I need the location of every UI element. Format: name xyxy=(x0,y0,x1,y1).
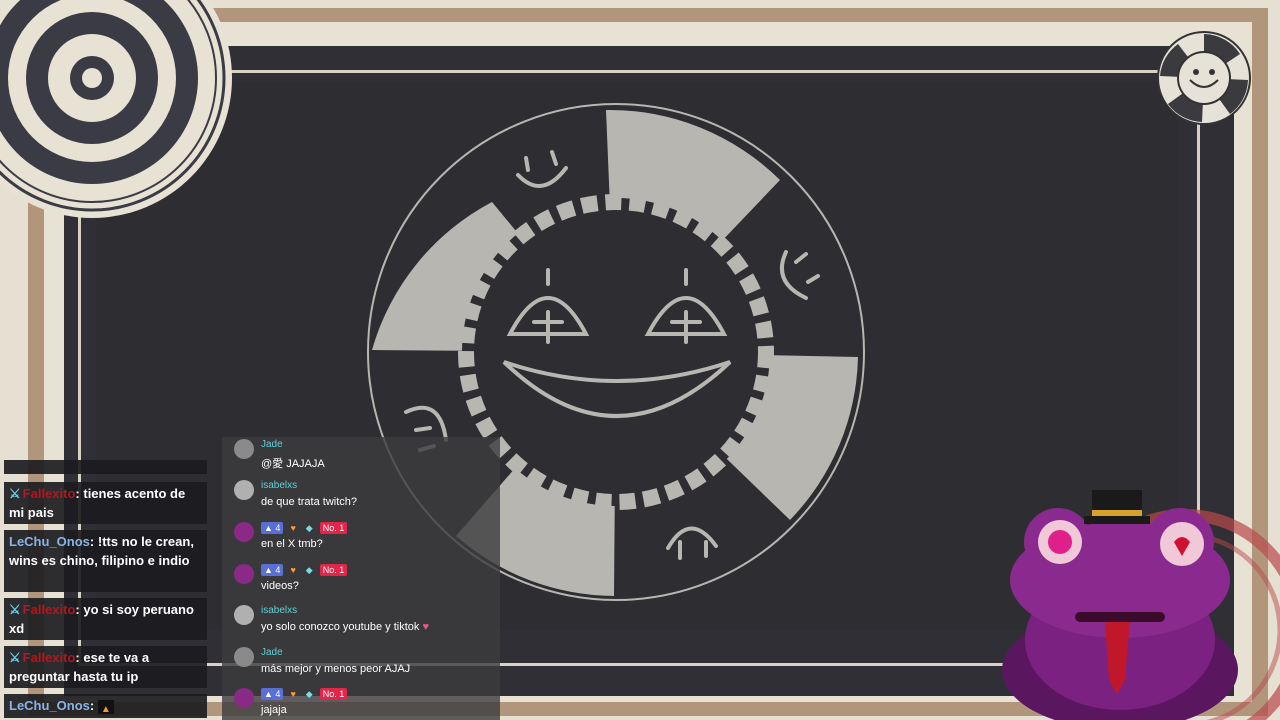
chat-right-panel: Jade @愛 JAJAJA isabelxs de que trata twi… xyxy=(222,437,500,720)
rank-badge: No. 1 xyxy=(319,522,348,534)
chat-text: jajaja xyxy=(261,704,287,716)
concentric-rings-icon xyxy=(0,0,232,218)
avatar xyxy=(234,439,254,459)
rank-badge: No. 1 xyxy=(319,688,348,700)
chat-badges: ▲ 4 ♥ ◆ No. 1 xyxy=(261,522,348,534)
chat-username: isabelxs xyxy=(261,605,298,616)
chat-username: LeChu_Onos xyxy=(9,698,90,713)
chat-badges: ▲ 4 ♥ ◆ No. 1 xyxy=(261,564,348,576)
chat-username: LeChu_Onos xyxy=(9,534,90,549)
avatar xyxy=(234,688,254,708)
chat-username: Fallexito xyxy=(22,486,76,501)
chat-text: más mejor y menos peor AJAJ xyxy=(261,663,411,675)
chat-badges: ▲ 4 ♥ ◆ No. 1 xyxy=(261,688,348,700)
avatar xyxy=(234,480,254,500)
avatar xyxy=(234,522,254,542)
chat-text: de que trata twitch? xyxy=(261,496,358,508)
avatar xyxy=(234,647,254,667)
chat-message: LeChu_Onos: !tts no le crean, wins es ch… xyxy=(4,530,207,592)
emote-badge-icon: ◆ xyxy=(305,565,313,575)
chat-username: Jade xyxy=(261,647,283,658)
chat-message: ⚔ Fallexito: ese te va a preguntar hasta … xyxy=(4,646,207,688)
sword-badge-icon: ⚔ xyxy=(9,602,21,617)
chat-text: @愛 JAJAJA xyxy=(261,458,325,470)
purple-frog-mascot-icon xyxy=(1002,490,1280,720)
avatar xyxy=(234,605,254,625)
sword-badge-icon: ⚔ xyxy=(9,486,21,501)
heart-emoji-icon: ♥ xyxy=(422,621,429,633)
avatar xyxy=(234,564,254,584)
emote-badge-icon: ◆ xyxy=(305,689,313,699)
chat-message-clipped xyxy=(4,460,207,474)
sub-badge: ▲ 4 xyxy=(261,522,284,534)
poker-chip-small-icon xyxy=(1157,31,1251,125)
chat-text: videos? xyxy=(261,580,299,592)
chat-username: Fallexito xyxy=(22,602,76,617)
chat-left-panel: ⚔ Fallexito: tienes acento de mi pais LeC… xyxy=(0,460,210,720)
chat-message: ⚔ Fallexito: tienes acento de mi pais xyxy=(4,482,207,524)
sub-badge: ▲ 4 xyxy=(261,688,284,700)
emote-badge-icon: ◆ xyxy=(305,523,313,533)
chat-message: ⚔ Fallexito: yo si soy peruano xd xyxy=(4,598,207,640)
chat-username: Fallexito xyxy=(22,650,76,665)
heart-badge-icon: ♥ xyxy=(290,689,296,699)
chat-message: LeChu_Onos: ▲ xyxy=(4,694,207,718)
chat-text: en el X tmb? xyxy=(261,538,323,550)
chat-username: isabelxs xyxy=(261,480,298,491)
chat-username: Jade xyxy=(261,439,283,450)
sword-badge-icon: ⚔ xyxy=(9,650,21,665)
heart-badge-icon: ♥ xyxy=(290,565,296,575)
sub-badge: ▲ 4 xyxy=(261,564,284,576)
rank-badge: No. 1 xyxy=(319,564,348,576)
fire-emote-icon: ▲ xyxy=(97,699,114,715)
chat-text: yo solo conozco youtube y tiktok ♥ xyxy=(261,621,429,633)
heart-badge-icon: ♥ xyxy=(290,523,296,533)
